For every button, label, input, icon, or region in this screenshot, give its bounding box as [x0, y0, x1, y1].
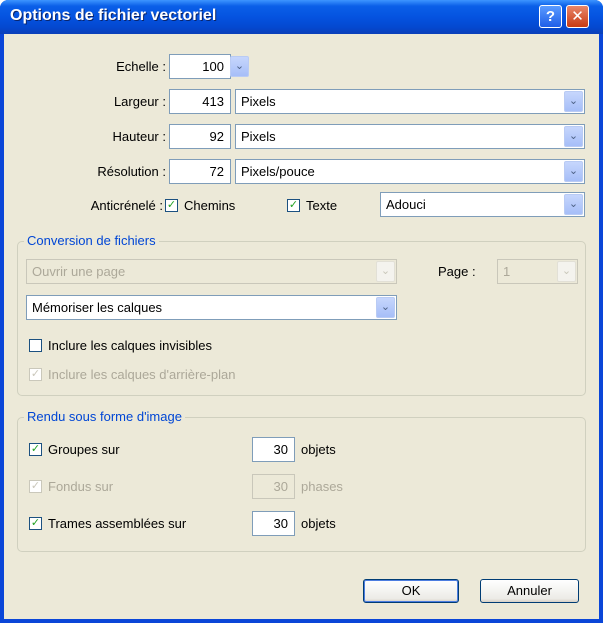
paths-checkbox[interactable]: ✓	[165, 199, 178, 212]
resolution-value: 72	[209, 164, 224, 179]
invisible-layers-checkbox[interactable]	[29, 339, 42, 352]
groups-unit: objets	[301, 442, 336, 457]
scale-field[interactable]: 100	[169, 54, 231, 79]
open-page-value: Ouvrir une page	[32, 264, 126, 279]
ok-label: OK	[401, 583, 421, 598]
chevron-down-icon[interactable]: ⌄	[564, 161, 583, 182]
frames-unit: objets	[301, 516, 336, 531]
chevron-glyph: ⌄	[568, 165, 579, 177]
chevron-down-icon[interactable]: ⌄	[376, 297, 395, 318]
scale-value: 100	[202, 59, 224, 74]
help-button[interactable]: ?	[539, 5, 562, 28]
groups-value: 30	[273, 442, 288, 457]
close-icon: ✕	[571, 8, 584, 25]
title-bar[interactable]: Options de fichier vectoriel ? ✕	[0, 0, 603, 34]
width-unit-value: Pixels	[241, 94, 276, 109]
width-label: Largeur :	[113, 94, 166, 109]
layers-option-value: Mémoriser les calques	[32, 300, 163, 315]
chevron-down-icon[interactable]: ⌄	[564, 91, 583, 112]
resolution-label: Résolution :	[97, 164, 166, 179]
background-layers-label[interactable]: Inclure les calques d'arrière-plan	[48, 367, 235, 382]
background-layers-checkbox[interactable]: ✓	[29, 368, 42, 381]
check-icon: ✓	[30, 368, 41, 380]
text-checkbox[interactable]: ✓	[287, 199, 300, 212]
groups-field[interactable]: 30	[252, 437, 295, 462]
chevron-glyph: ⌄	[561, 265, 572, 277]
cancel-label: Annuler	[507, 583, 552, 598]
frames-value: 30	[273, 516, 288, 531]
groups-label[interactable]: Groupes sur	[48, 442, 120, 457]
antialias-label: Anticrénelé :	[90, 198, 163, 213]
blends-value: 30	[273, 479, 288, 494]
close-button[interactable]: ✕	[566, 5, 589, 28]
resolution-field[interactable]: 72	[169, 159, 231, 184]
scale-label: Echelle :	[116, 59, 166, 74]
chevron-down-icon[interactable]: ⌄	[564, 194, 583, 215]
check-icon: ✓	[30, 480, 41, 492]
invisible-layers-label[interactable]: Inclure les calques invisibles	[48, 338, 212, 353]
chevron-glyph: ⌄	[568, 95, 579, 107]
render-legend: Rendu sous forme d'image	[24, 409, 185, 424]
chevron-down-icon[interactable]: ⌄	[557, 261, 576, 282]
paths-label[interactable]: Chemins	[184, 198, 235, 213]
chevron-glyph: ⌄	[380, 301, 391, 313]
frames-label[interactable]: Trames assemblées sur	[48, 516, 186, 531]
dialog-window: Options de fichier vectoriel ? ✕ Echelle…	[0, 0, 603, 623]
layers-select[interactable]: Mémoriser les calques ⌄	[26, 295, 397, 320]
height-unit-value: Pixels	[241, 129, 276, 144]
height-unit-select[interactable]: Pixels ⌄	[235, 124, 585, 149]
width-field[interactable]: 413	[169, 89, 231, 114]
resolution-unit-value: Pixels/pouce	[241, 164, 315, 179]
antialias-mode-value: Adouci	[386, 197, 426, 212]
ok-button[interactable]: OK	[363, 579, 459, 603]
chevron-down-icon[interactable]: ⌄	[564, 126, 583, 147]
blends-unit: phases	[301, 479, 343, 494]
height-value: 92	[209, 129, 224, 144]
conversion-legend: Conversion de fichiers	[24, 233, 159, 248]
frames-field[interactable]: 30	[252, 511, 295, 536]
blends-field[interactable]: 30	[252, 474, 295, 499]
check-icon: ✓	[288, 199, 299, 211]
antialias-mode-select[interactable]: Adouci ⌄	[380, 192, 585, 217]
page-value: 1	[503, 264, 511, 279]
page-select[interactable]: 1 ⌄	[497, 259, 578, 284]
help-icon: ?	[545, 8, 556, 25]
blends-checkbox[interactable]: ✓	[29, 480, 42, 493]
chevron-glyph: ⌄	[568, 198, 579, 210]
check-icon: ✓	[166, 199, 177, 211]
check-icon: ✓	[30, 443, 41, 455]
chevron-glyph: ⌄	[380, 265, 391, 277]
open-page-select[interactable]: Ouvrir une page ⌄	[26, 259, 397, 284]
text-label[interactable]: Texte	[306, 198, 337, 213]
chevron-down-icon: ⌄	[234, 60, 245, 72]
groups-checkbox[interactable]: ✓	[29, 443, 42, 456]
page-label: Page :	[438, 264, 476, 279]
resolution-unit-select[interactable]: Pixels/pouce ⌄	[235, 159, 585, 184]
scale-dropdown-button[interactable]: ⌄	[230, 56, 249, 77]
height-field[interactable]: 92	[169, 124, 231, 149]
width-value: 413	[202, 94, 224, 109]
check-icon: ✓	[30, 517, 41, 529]
chevron-glyph: ⌄	[568, 130, 579, 142]
width-unit-select[interactable]: Pixels ⌄	[235, 89, 585, 114]
blends-label[interactable]: Fondus sur	[48, 479, 113, 494]
height-label: Hauteur :	[112, 129, 166, 144]
frames-checkbox[interactable]: ✓	[29, 517, 42, 530]
dialog-body: Echelle : 100 ⌄ Largeur : 413 Pixels ⌄ H…	[4, 34, 599, 619]
cancel-button[interactable]: Annuler	[480, 579, 579, 603]
chevron-down-icon[interactable]: ⌄	[376, 261, 395, 282]
window-title: Options de fichier vectoriel	[10, 7, 217, 24]
